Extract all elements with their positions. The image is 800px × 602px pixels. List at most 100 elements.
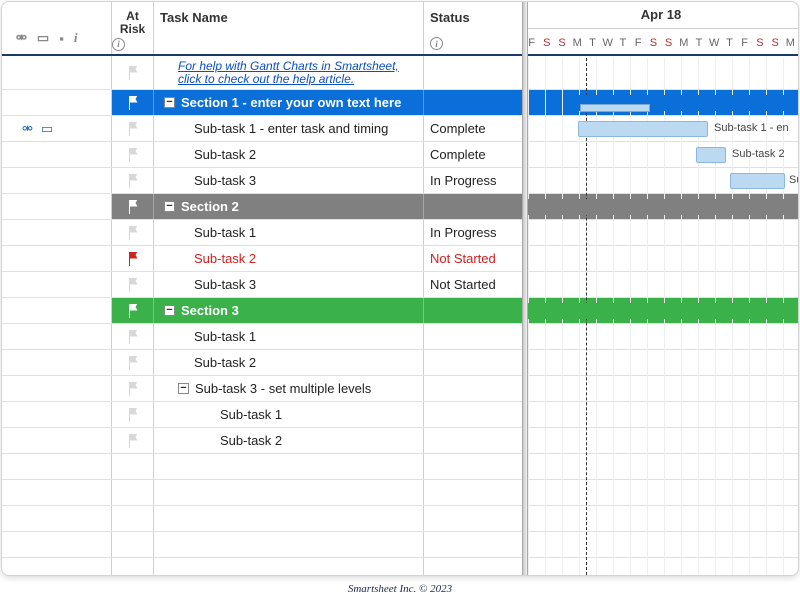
flag-icon[interactable]: [127, 96, 139, 110]
empty-row[interactable]: [2, 480, 798, 506]
task-cell[interactable]: −Section 1 - enter your own text here: [154, 90, 424, 115]
empty-row[interactable]: [2, 506, 798, 532]
task-row[interactable]: −Sub-task 3 - set multiple levels: [2, 376, 798, 402]
status-cell[interactable]: In Progress: [424, 220, 524, 245]
at-risk-cell[interactable]: [112, 194, 154, 219]
section-row[interactable]: −Section 1 - enter your own text here: [2, 90, 798, 116]
at-risk-cell[interactable]: [112, 454, 154, 479]
at-risk-cell[interactable]: [112, 220, 154, 245]
status-cell[interactable]: [424, 480, 524, 505]
flag-icon[interactable]: [127, 304, 139, 318]
at-risk-cell[interactable]: [112, 56, 154, 89]
gantt-bar[interactable]: [578, 121, 708, 137]
task-cell[interactable]: [154, 480, 424, 505]
task-cell[interactable]: Sub-task 2: [154, 142, 424, 167]
help-link[interactable]: For help with Gantt Charts in Smartsheet…: [178, 60, 399, 86]
flag-icon[interactable]: [127, 356, 139, 370]
flag-icon[interactable]: [127, 148, 139, 162]
gantt-bar[interactable]: [524, 199, 798, 215]
flag-icon[interactable]: [127, 252, 139, 266]
at-risk-cell[interactable]: [112, 428, 154, 453]
flag-icon[interactable]: [127, 200, 139, 214]
task-row[interactable]: Sub-task 1: [2, 402, 798, 428]
gantt-bar[interactable]: [696, 147, 726, 163]
status-cell[interactable]: In Progress: [424, 168, 524, 193]
task-cell[interactable]: Sub-task 1: [154, 220, 424, 245]
task-row[interactable]: Sub-task 2: [2, 428, 798, 454]
status-cell[interactable]: [424, 56, 524, 89]
at-risk-cell[interactable]: [112, 480, 154, 505]
collapse-button[interactable]: −: [164, 305, 175, 316]
section-row[interactable]: −Section 2: [2, 194, 798, 220]
status-cell[interactable]: [424, 194, 524, 219]
flag-icon[interactable]: [127, 330, 139, 344]
at-risk-cell[interactable]: [112, 142, 154, 167]
at-risk-cell[interactable]: [112, 298, 154, 323]
flag-icon[interactable]: [127, 382, 139, 396]
flag-icon[interactable]: [127, 226, 139, 240]
task-cell[interactable]: [154, 558, 424, 576]
task-row[interactable]: Sub-task 2Not Started: [2, 246, 798, 272]
task-name-header[interactable]: Task Name: [154, 2, 424, 54]
empty-row[interactable]: [2, 558, 798, 576]
task-cell[interactable]: Sub-task 3: [154, 272, 424, 297]
info-icon[interactable]: i: [112, 38, 125, 51]
task-row[interactable]: Sub-task 3In ProgressSu: [2, 168, 798, 194]
status-cell[interactable]: [424, 506, 524, 531]
attachment-icon[interactable]: ⚮: [22, 121, 33, 137]
at-risk-cell[interactable]: [112, 272, 154, 297]
task-cell[interactable]: Sub-task 1 - enter task and timing: [154, 116, 424, 141]
task-cell[interactable]: [154, 532, 424, 557]
status-cell[interactable]: [424, 558, 524, 576]
status-cell[interactable]: [424, 402, 524, 427]
flag-icon[interactable]: [127, 278, 139, 292]
gantt-bar[interactable]: [578, 95, 798, 111]
at-risk-cell[interactable]: [112, 532, 154, 557]
at-risk-cell[interactable]: [112, 168, 154, 193]
task-cell[interactable]: −Section 3: [154, 298, 424, 323]
task-cell[interactable]: For help with Gantt Charts in Smartsheet…: [154, 56, 424, 89]
info-icon[interactable]: i: [430, 37, 443, 50]
task-cell[interactable]: −Sub-task 3 - set multiple levels: [154, 376, 424, 401]
at-risk-header[interactable]: At Risk i: [112, 2, 154, 54]
task-cell[interactable]: Sub-task 2: [154, 246, 424, 271]
at-risk-cell[interactable]: [112, 376, 154, 401]
at-risk-cell[interactable]: [112, 506, 154, 531]
status-cell[interactable]: [424, 428, 524, 453]
task-row[interactable]: Sub-task 3Not Started: [2, 272, 798, 298]
task-row[interactable]: ⚮ ▭ Sub-task 1 - enter task and timingComp…: [2, 116, 798, 142]
at-risk-cell[interactable]: [112, 324, 154, 349]
task-cell[interactable]: Sub-task 1: [154, 324, 424, 349]
task-row[interactable]: Sub-task 1In Progress: [2, 220, 798, 246]
flag-icon[interactable]: [127, 174, 139, 188]
task-cell[interactable]: [154, 506, 424, 531]
status-cell[interactable]: [424, 90, 524, 115]
task-cell[interactable]: [154, 454, 424, 479]
status-header[interactable]: Status i: [424, 2, 524, 54]
empty-row[interactable]: [2, 532, 798, 558]
task-row[interactable]: Sub-task 2: [2, 350, 798, 376]
status-cell[interactable]: Complete: [424, 142, 524, 167]
section-row[interactable]: −Section 3: [2, 298, 798, 324]
status-cell[interactable]: Complete: [424, 116, 524, 141]
at-risk-cell[interactable]: [112, 246, 154, 271]
pane-divider[interactable]: [522, 2, 528, 575]
empty-row[interactable]: [2, 454, 798, 480]
collapse-button[interactable]: −: [164, 97, 175, 108]
status-cell[interactable]: [424, 298, 524, 323]
at-risk-cell[interactable]: [112, 402, 154, 427]
task-cell[interactable]: Sub-task 2: [154, 428, 424, 453]
status-cell[interactable]: Not Started: [424, 246, 524, 271]
task-cell[interactable]: −Section 2: [154, 194, 424, 219]
status-cell[interactable]: [424, 324, 524, 349]
task-row[interactable]: Sub-task 1: [2, 324, 798, 350]
at-risk-cell[interactable]: [112, 558, 154, 576]
comment-icon[interactable]: ▭: [41, 121, 53, 137]
status-cell[interactable]: [424, 376, 524, 401]
status-cell[interactable]: [424, 454, 524, 479]
gantt-bar[interactable]: [524, 303, 798, 319]
collapse-button[interactable]: −: [164, 201, 175, 212]
flag-icon[interactable]: [127, 66, 139, 80]
task-cell[interactable]: Sub-task 1: [154, 402, 424, 427]
status-cell[interactable]: [424, 532, 524, 557]
